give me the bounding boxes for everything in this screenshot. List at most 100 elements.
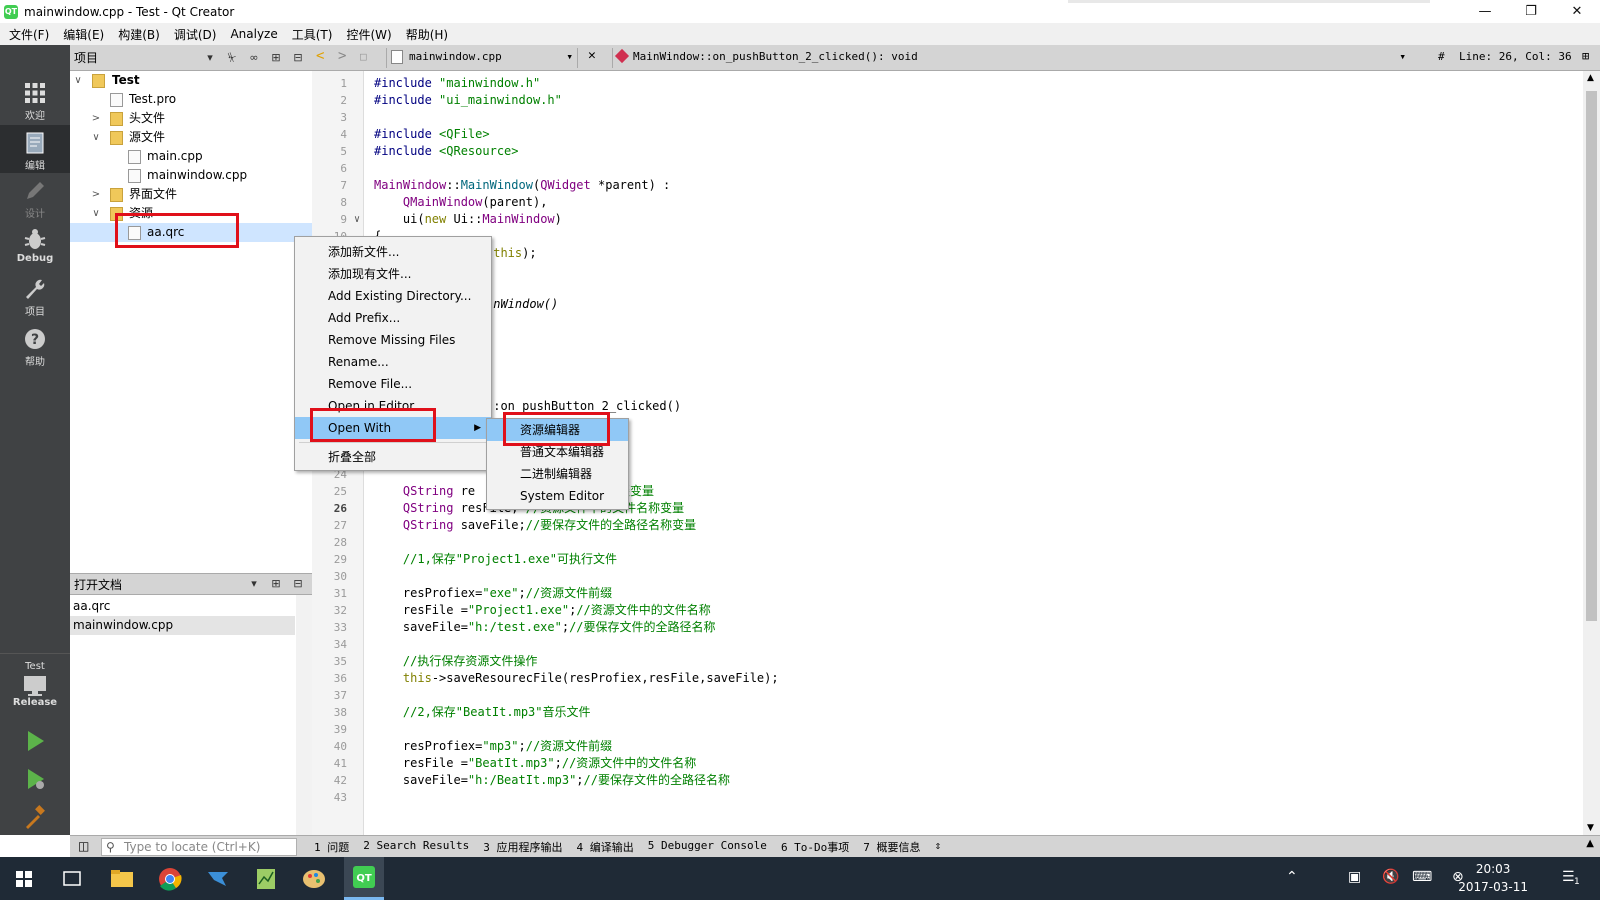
tab-search-results[interactable]: 2 Search Results (363, 839, 469, 855)
submenu-item-binary-editor[interactable]: 二进制编辑器 (487, 463, 628, 485)
code-line: resFile ="BeatIt.mp3";//资源文件中的文件名称 (374, 756, 697, 770)
build-button[interactable] (0, 801, 70, 835)
mode-welcome[interactable]: 欢迎 (0, 75, 70, 123)
scroll-up-icon[interactable]: ▲ (1587, 73, 1594, 83)
chevron-down-icon[interactable]: ∨ (72, 71, 84, 90)
tab-application-output[interactable]: 3 应用程序输出 (483, 839, 562, 855)
back-arrow-icon[interactable]: < (316, 48, 324, 64)
scrollbar-thumb[interactable] (1586, 91, 1597, 621)
tree-item-forms[interactable]: > 界面文件 (70, 185, 312, 204)
tree-item-main-cpp[interactable]: main.cpp (70, 147, 312, 166)
forward-arrow-icon[interactable]: > (338, 48, 346, 64)
menu-item-add-prefix[interactable]: Add Prefix... (295, 307, 491, 329)
chevron-right-icon[interactable]: > (90, 185, 102, 204)
chevron-down-icon[interactable]: ∨ (90, 204, 102, 223)
close-pane-icon[interactable]: ⊟ (290, 576, 306, 592)
restore-button[interactable]: ❐ (1508, 0, 1554, 23)
menu-item-add-existing-directory[interactable]: Add Existing Directory... (295, 285, 491, 307)
line-number: 32 (333, 604, 347, 617)
dropdown-arrow-icon[interactable]: ▾ (246, 576, 262, 592)
menu-file[interactable]: 文件(F) (2, 26, 56, 43)
task-view-icon[interactable] (54, 862, 90, 896)
scroll-down-icon[interactable]: ▼ (1587, 823, 1594, 833)
tab-debugger-console[interactable]: 5 Debugger Console (648, 839, 767, 855)
menu-item-add-new-file[interactable]: 添加新文件... (295, 241, 491, 263)
taskbar-clock[interactable]: 20:03 2017-03-11 (1458, 860, 1528, 896)
function-selector[interactable]: MainWindow::on_pushButton_2_clicked(): v… (612, 48, 1412, 68)
cpp-file-icon (391, 50, 403, 64)
keyboard-icon[interactable]: ⌨ (1412, 869, 1432, 885)
fold-marker-icon[interactable]: ∨ (354, 211, 360, 228)
open-doc-item[interactable]: mainwindow.cpp (70, 616, 295, 635)
filter-icon[interactable]: ⏧ (224, 50, 240, 66)
cursor-position: Line: 26, Col: 36 (1459, 50, 1572, 63)
qt-creator-taskbar-item[interactable]: QT (344, 857, 384, 900)
windows-start-icon[interactable] (6, 862, 42, 896)
menu-debug[interactable]: 调试(D) (167, 26, 224, 43)
chart-app-icon[interactable] (248, 862, 284, 896)
dropdown-arrow-icon[interactable]: ▾ (202, 50, 218, 66)
menu-widgets[interactable]: 控件(W) (339, 26, 398, 43)
close-document-icon[interactable]: ✕ (588, 48, 596, 63)
tab-general-messages[interactable]: 7 概要信息 (863, 839, 920, 855)
debug-run-button[interactable] (0, 763, 70, 797)
paint-app-icon[interactable] (296, 862, 332, 896)
editor-scrollbar[interactable]: ▲ ▼ (1583, 71, 1600, 835)
current-file-name: mainwindow.cpp (409, 50, 502, 63)
split-icon[interactable]: ⊞ (268, 50, 284, 66)
close-pane-icon[interactable]: ⊟ (290, 50, 306, 66)
minimize-button[interactable]: — (1462, 0, 1508, 23)
tree-item-pro-file[interactable]: Test.pro (70, 90, 312, 109)
tab-todo[interactable]: 6 To-Do事项 (781, 839, 849, 855)
tab-issues[interactable]: 1 问题 (314, 839, 349, 855)
menu-edit[interactable]: 编辑(E) (56, 26, 111, 43)
menu-item-collapse-all[interactable]: 折叠全部 (295, 446, 491, 468)
kit-selector[interactable]: Test Release (0, 659, 70, 719)
split-icon[interactable]: ⊞ (1582, 49, 1589, 63)
volume-muted-icon[interactable]: 🔇 (1382, 869, 1399, 885)
link-icon[interactable]: ∞ (246, 50, 262, 66)
menu-item-remove-missing-files[interactable]: Remove Missing Files (295, 329, 491, 351)
menu-item-remove-file[interactable]: Remove File... (295, 373, 491, 395)
chevron-right-icon[interactable]: > (90, 109, 102, 128)
sidebar-toggle-icon[interactable]: ◫ (78, 839, 89, 853)
mode-design[interactable]: 设计 (0, 173, 70, 221)
tree-item-mainwindow-cpp[interactable]: mainwindow.cpp (70, 166, 312, 185)
line-number: 8 (340, 196, 347, 209)
menu-item-rename[interactable]: Rename... (295, 351, 491, 373)
open-docs-scrollbar[interactable] (296, 595, 312, 835)
run-button[interactable] (0, 725, 70, 759)
menu-item-add-existing-file[interactable]: 添加现有文件... (295, 263, 491, 285)
app-icon-bird[interactable] (200, 862, 236, 896)
tab-compile-output[interactable]: 4 编译输出 (576, 839, 633, 855)
file-explorer-icon[interactable] (104, 862, 140, 896)
line-number: 33 (333, 621, 347, 634)
menu-help[interactable]: 帮助(H) (399, 26, 455, 43)
menu-analyze[interactable]: Analyze (223, 27, 284, 41)
locator-input[interactable]: ⚲ Type to locate (Ctrl+K) (101, 838, 297, 856)
chrome-icon[interactable] (152, 862, 188, 896)
submenu-item-system-editor[interactable]: System Editor (487, 485, 628, 507)
close-button[interactable]: ✕ (1554, 0, 1600, 23)
file-selector[interactable]: mainwindow.cpp ▾ (386, 48, 578, 68)
notifications-icon[interactable]: ☰ (1562, 869, 1575, 885)
output-pane-toggle-icon[interactable]: ▲ (1586, 838, 1594, 849)
menu-tools[interactable]: 工具(T) (285, 26, 340, 43)
forms-folder-icon (110, 188, 123, 202)
menu-build[interactable]: 构建(B) (111, 26, 167, 43)
chevron-down-icon[interactable]: ∨ (90, 128, 102, 147)
mode-debug[interactable]: Debug (0, 221, 70, 269)
mode-edit[interactable]: 编辑 (0, 125, 70, 173)
tree-item-project[interactable]: ∨ Test (70, 71, 312, 90)
code-line: //1,保存"Project1.exe"可执行文件 (374, 552, 617, 566)
more-tabs-icon[interactable]: ⇕ (935, 839, 942, 855)
mode-projects[interactable]: 项目 (0, 271, 70, 319)
mode-welcome-label: 欢迎 (25, 111, 45, 122)
tree-item-headers[interactable]: > 头文件 (70, 109, 312, 128)
network-icon[interactable]: ▣ (1348, 869, 1361, 885)
open-doc-item[interactable]: aa.qrc (70, 597, 295, 616)
split-icon[interactable]: ⊞ (268, 576, 284, 592)
tree-item-sources[interactable]: ∨ 源文件 (70, 128, 312, 147)
mode-help[interactable]: ? 帮助 (0, 321, 70, 369)
tray-expand-icon[interactable]: ⌃ (1286, 869, 1298, 885)
